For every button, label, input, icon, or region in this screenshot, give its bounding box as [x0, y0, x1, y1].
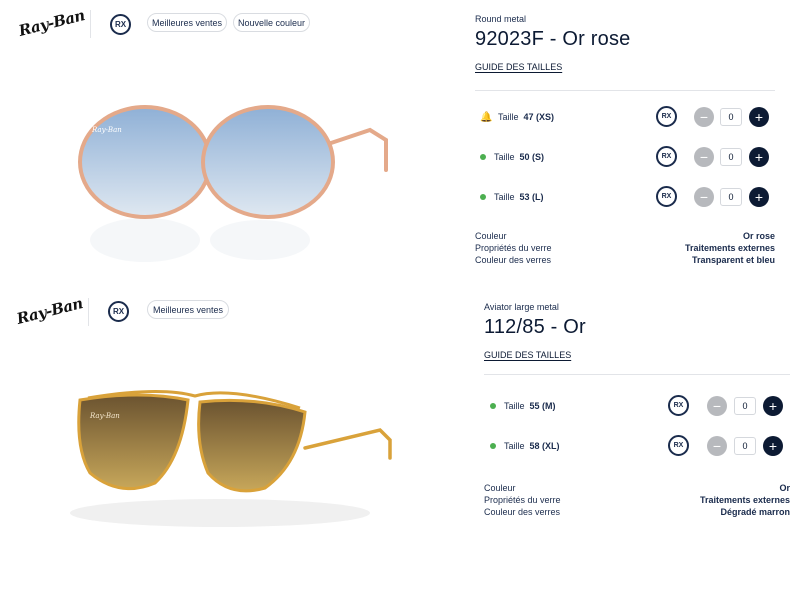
rx-button[interactable]: RX: [668, 435, 689, 456]
size-label: Taille: [498, 112, 519, 122]
property-row: Couleur Or rose: [475, 230, 775, 242]
decrement-button[interactable]: −: [694, 147, 714, 167]
size-row-47: 🔔 Taille 47 (XS) RX − 0 +: [480, 106, 775, 128]
size-value: 47 (XS): [523, 112, 555, 122]
bell-icon[interactable]: 🔔: [480, 112, 492, 123]
property-label: Propriétés du verre: [475, 243, 552, 253]
property-row: Propriétés du verre Traitements externes: [484, 494, 790, 506]
decrement-button[interactable]: −: [707, 436, 727, 456]
size-value: 55 (M): [529, 401, 556, 411]
increment-button[interactable]: +: [763, 396, 783, 416]
property-label: Propriétés du verre: [484, 495, 561, 505]
quantity-field[interactable]: 0: [720, 108, 742, 126]
property-label: Couleur des verres: [475, 255, 552, 265]
property-value: Traitements externes: [699, 495, 790, 505]
quantity-field[interactable]: 0: [720, 188, 742, 206]
product-title: 112/85 - Or: [484, 316, 586, 338]
product-info: Aviator large metal 112/85 - Or: [484, 302, 586, 339]
increment-button[interactable]: +: [749, 107, 769, 127]
availability-dot: [490, 403, 496, 409]
svg-text:Ray-Ban: Ray-Ban: [89, 412, 120, 420]
property-value: Or: [779, 483, 790, 493]
size-label: Taille: [504, 401, 525, 411]
property-value: Traitements externes: [684, 243, 775, 253]
property-row: Couleur Or: [484, 482, 790, 494]
rx-badge: RX: [110, 14, 131, 35]
product-image[interactable]: Ray-Ban: [60, 388, 405, 538]
rx-button[interactable]: RX: [656, 186, 677, 207]
product-properties: Couleur Or Propriétés du verre Traitemen…: [484, 482, 790, 518]
product-card: Ray-Ban RX Meilleures ventes Ray-Ban Avi…: [0, 288, 800, 600]
section-divider: [484, 374, 790, 375]
size-value: 58 (XL): [529, 441, 560, 451]
property-row: Propriétés du verre Traitements externes: [475, 242, 775, 254]
quantity-field[interactable]: 0: [734, 397, 756, 415]
size-row-58: Taille 58 (XL) RX − 0 +: [490, 435, 790, 457]
brand-logo: Ray-Ban: [16, 6, 87, 40]
product-properties: Couleur Or rose Propriétés du verre Trai…: [475, 230, 775, 266]
quantity-field[interactable]: 0: [734, 437, 756, 455]
tag-bestseller: Meilleures ventes: [147, 13, 227, 32]
product-title: 92023F - Or rose: [475, 28, 631, 50]
property-value: Or rose: [742, 231, 775, 241]
tag-new-color: Nouvelle couleur: [233, 13, 310, 32]
header-divider: [88, 298, 89, 326]
size-row-53: Taille 53 (L) RX − 0 +: [480, 186, 775, 208]
rx-button[interactable]: RX: [656, 146, 677, 167]
property-row: Couleur des verres Transparent et bleu: [475, 254, 775, 266]
rx-button[interactable]: RX: [656, 106, 677, 127]
model-name: Aviator large metal: [484, 302, 559, 312]
decrement-button[interactable]: −: [707, 396, 727, 416]
size-label: Taille: [494, 192, 515, 202]
rx-badge: RX: [108, 301, 129, 322]
property-row: Couleur des verres Dégradé marron: [484, 506, 790, 518]
quantity-field[interactable]: 0: [720, 148, 742, 166]
model-name: Round metal: [475, 14, 527, 24]
header-divider: [90, 10, 91, 38]
availability-dot: [490, 443, 496, 449]
brand-logo: Ray-Ban: [14, 294, 85, 328]
decrement-button[interactable]: −: [694, 107, 714, 127]
section-divider: [475, 90, 775, 91]
size-row-50: Taille 50 (S) RX − 0 +: [480, 146, 775, 168]
property-label: Couleur des verres: [484, 507, 561, 517]
property-label: Couleur: [475, 231, 507, 241]
size-row-55: Taille 55 (M) RX − 0 +: [490, 395, 790, 417]
size-guide-link[interactable]: GUIDE DES TAILLES: [475, 62, 562, 72]
decrement-button[interactable]: −: [694, 187, 714, 207]
product-card: Ray-Ban RX Meilleures ventes Nouvelle co…: [0, 0, 800, 285]
increment-button[interactable]: +: [749, 147, 769, 167]
product-image[interactable]: Ray-Ban: [70, 100, 400, 270]
availability-dot: [480, 194, 486, 200]
size-label: Taille: [504, 441, 525, 451]
property-value: Transparent et bleu: [691, 255, 775, 265]
property-label: Couleur: [484, 483, 516, 493]
availability-dot: [480, 154, 486, 160]
size-value: 50 (S): [519, 152, 545, 162]
increment-button[interactable]: +: [749, 187, 769, 207]
size-value: 53 (L): [519, 192, 544, 202]
property-value: Dégradé marron: [720, 507, 790, 517]
size-label: Taille: [494, 152, 515, 162]
svg-text:Ray-Ban: Ray-Ban: [91, 126, 122, 134]
tag-bestseller: Meilleures ventes: [147, 300, 229, 319]
size-guide-link[interactable]: GUIDE DES TAILLES: [484, 350, 571, 360]
rx-button[interactable]: RX: [668, 395, 689, 416]
product-info: Round metal 92023F - Or rose: [475, 14, 631, 51]
increment-button[interactable]: +: [763, 436, 783, 456]
